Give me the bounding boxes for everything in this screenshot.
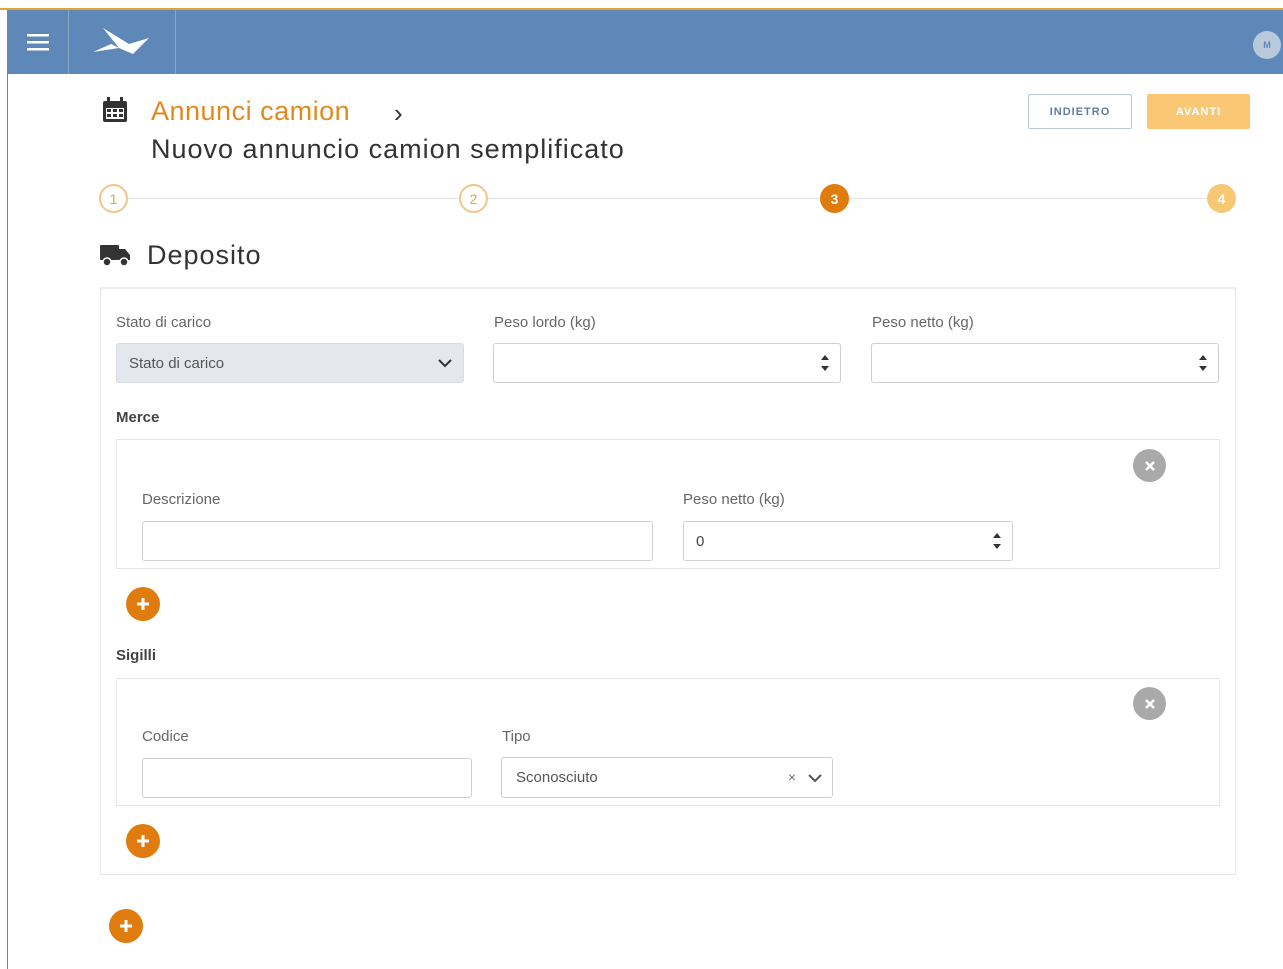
left-border <box>7 74 8 969</box>
merce-peso-netto-input[interactable]: 0 <box>683 521 1013 561</box>
add-deposito-button[interactable] <box>109 909 143 943</box>
add-merce-button[interactable] <box>126 587 160 621</box>
remove-merce-button[interactable] <box>1133 449 1166 482</box>
stepper-line <box>115 198 1221 199</box>
chevron-down-icon <box>808 774 822 783</box>
step-2[interactable]: 2 <box>459 184 488 213</box>
step-1[interactable]: 1 <box>99 184 128 213</box>
sigilli-label: Sigilli <box>116 647 157 664</box>
spinner-icon[interactable] <box>1197 352 1209 374</box>
close-icon <box>1144 698 1155 709</box>
descrizione-label: Descrizione <box>142 491 221 508</box>
calendar-icon <box>103 97 127 122</box>
section-title: Deposito <box>147 240 262 270</box>
back-button[interactable]: INDIETRO <box>1028 94 1132 129</box>
chevron-down-icon <box>438 359 452 368</box>
add-sigillo-button[interactable] <box>126 824 160 858</box>
breadcrumb-parent-link[interactable]: Annunci camion <box>151 96 350 127</box>
tipo-select[interactable]: Sconosciuto × <box>501 757 833 798</box>
stato-select-value: Stato di carico <box>129 354 225 372</box>
plus-icon <box>120 920 132 932</box>
spinner-icon[interactable] <box>991 530 1003 552</box>
clear-icon[interactable]: × <box>788 769 796 785</box>
close-icon <box>1144 460 1155 471</box>
stato-label: Stato di carico <box>116 314 212 331</box>
next-button[interactable]: AVANTI <box>1147 94 1250 129</box>
peso-netto-input[interactable] <box>871 343 1219 383</box>
codice-label: Codice <box>142 728 189 745</box>
app-logo[interactable] <box>69 10 176 74</box>
page-title: Nuovo annuncio camion semplificato <box>151 134 625 164</box>
plus-icon <box>137 598 149 610</box>
tipo-label: Tipo <box>502 728 531 745</box>
peso-netto-label: Peso netto (kg) <box>872 314 974 331</box>
step-3[interactable]: 3 <box>820 184 849 213</box>
bird-logo-icon <box>93 28 149 54</box>
tipo-select-value: Sconosciuto <box>516 769 598 786</box>
descrizione-input[interactable] <box>142 521 653 561</box>
top-accent-bar <box>0 0 1283 10</box>
peso-lordo-input[interactable] <box>493 343 841 383</box>
top-navbar: M <box>7 10 1283 74</box>
merce-peso-netto-label: Peso netto (kg) <box>683 491 785 508</box>
spinner-icon[interactable] <box>819 352 831 374</box>
hamburger-icon <box>26 34 49 51</box>
peso-lordo-label: Peso lordo (kg) <box>494 314 596 331</box>
step-4[interactable]: 4 <box>1207 184 1236 213</box>
breadcrumb-separator: › <box>394 98 403 128</box>
merce-label: Merce <box>116 409 160 426</box>
menu-button[interactable] <box>7 10 69 74</box>
merce-peso-netto-value: 0 <box>696 532 705 550</box>
stato-select[interactable]: Stato di carico <box>116 343 464 383</box>
remove-sigillo-button[interactable] <box>1133 687 1166 720</box>
user-avatar[interactable]: M <box>1253 31 1281 59</box>
codice-input[interactable] <box>142 758 472 798</box>
plus-icon <box>137 835 149 847</box>
truck-icon <box>100 245 130 267</box>
